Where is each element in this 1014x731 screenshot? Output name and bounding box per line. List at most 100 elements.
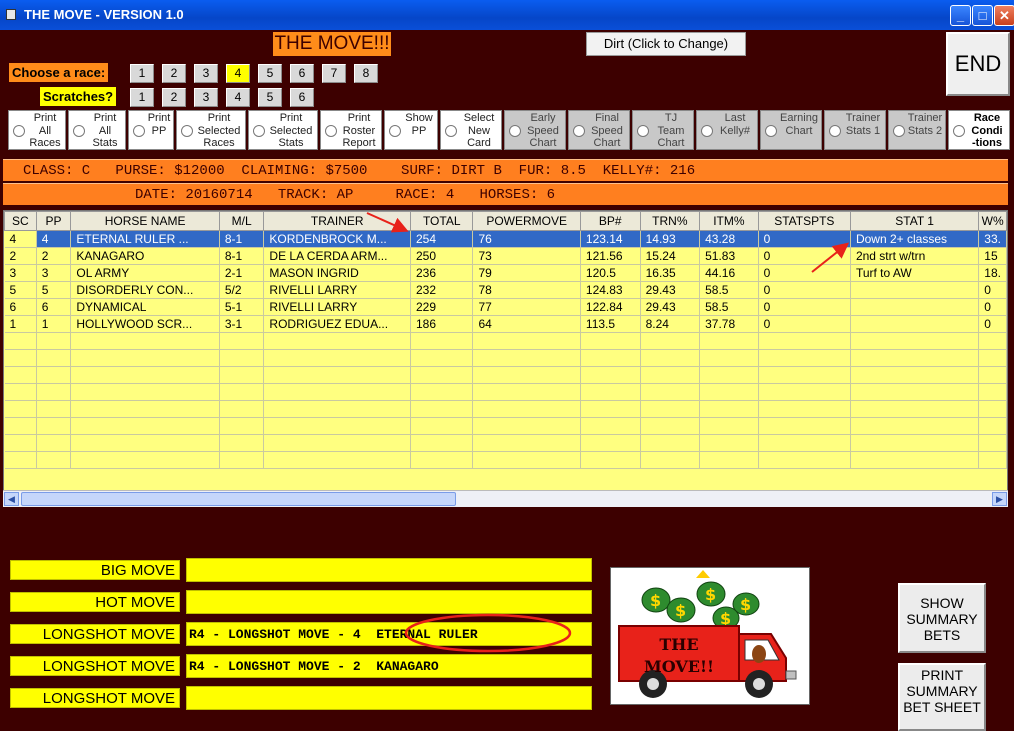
option-last-kelly[interactable]: Last Kelly# xyxy=(696,110,758,150)
move-field[interactable] xyxy=(186,558,592,582)
table-row-empty[interactable] xyxy=(4,349,1007,367)
option-final-speed-chart[interactable]: Final Speed Chart xyxy=(568,110,630,150)
scratch-button-2[interactable]: 2 xyxy=(162,88,186,107)
table-cell xyxy=(410,349,474,367)
race-button-2[interactable]: 2 xyxy=(162,64,186,83)
table-row[interactable]: 5 5 DISORDERLY CON... 5/2 RIVELLI LARRY 232 78… xyxy=(4,281,1007,299)
radio-icon[interactable] xyxy=(765,125,777,137)
option-tj-team-chart[interactable]: TJ Team Chart xyxy=(632,110,694,150)
scratch-button-5[interactable]: 5 xyxy=(258,88,282,107)
option-race-condi-tions[interactable]: Race Condi -tions xyxy=(948,110,1010,150)
option-select-new-card[interactable]: Select New Card xyxy=(440,110,502,150)
minimize-button[interactable]: _ xyxy=(950,5,971,26)
option-show-pp[interactable]: Show PP xyxy=(384,110,438,150)
race-button-1[interactable]: 1 xyxy=(130,64,154,83)
table-cell xyxy=(978,434,1007,452)
column-header[interactable]: TRAINER xyxy=(263,211,411,231)
radio-icon[interactable] xyxy=(829,125,841,137)
table-cell: 8-1 xyxy=(219,230,265,248)
show-summary-bets-button[interactable]: SHOW SUMMARY BETS xyxy=(898,583,986,653)
maximize-button[interactable]: □ xyxy=(972,5,993,26)
column-header[interactable]: POWERMOVE xyxy=(472,211,581,231)
radio-icon[interactable] xyxy=(181,125,193,137)
option-print-all-stats[interactable]: Print All Stats xyxy=(68,110,126,150)
radio-icon[interactable] xyxy=(253,125,265,137)
move-field[interactable]: R4 - LONGSHOT MOVE - 2 KANAGARO xyxy=(186,654,592,678)
column-header[interactable]: HORSE NAME xyxy=(70,211,220,231)
option-earning-chart[interactable]: Earning Chart xyxy=(760,110,822,150)
scratch-button-6[interactable]: 6 xyxy=(290,88,314,107)
title-bar: THE MOVE - VERSION 1.0 _ □ ✕ xyxy=(0,0,1014,30)
radio-icon[interactable] xyxy=(509,125,521,137)
table-row[interactable]: 4 4 ETERNAL RULER ... 8-1 KORDENBROCK M... 25… xyxy=(4,230,1007,248)
horizontal-scrollbar[interactable]: ◀ ▶ xyxy=(3,490,1008,507)
table-row[interactable]: 1 1 HOLLYWOOD SCR... 3-1 RODRIGUEZ EDUA... 18… xyxy=(4,315,1007,333)
table-cell: RODRIGUEZ EDUA... xyxy=(263,315,411,333)
table-row-empty[interactable] xyxy=(4,417,1007,435)
table-row-empty[interactable] xyxy=(4,332,1007,350)
race-button-3[interactable]: 3 xyxy=(194,64,218,83)
scratch-button-4[interactable]: 4 xyxy=(226,88,250,107)
table-row-empty[interactable] xyxy=(4,451,1007,469)
radio-icon[interactable] xyxy=(893,125,905,137)
move-field[interactable] xyxy=(186,686,592,710)
table-row-empty[interactable] xyxy=(4,400,1007,418)
table-row[interactable]: 3 3 OL ARMY 2-1 MASON INGRID 236 79 120.5 16.35 4… xyxy=(4,264,1007,282)
radio-icon[interactable] xyxy=(953,125,965,137)
column-header[interactable]: TRN% xyxy=(639,211,701,231)
race-button-7[interactable]: 7 xyxy=(322,64,346,83)
column-header[interactable]: ITM% xyxy=(699,211,759,231)
race-button-8[interactable]: 8 xyxy=(354,64,378,83)
move-field[interactable] xyxy=(186,590,592,614)
radio-icon[interactable] xyxy=(389,125,401,137)
table-row[interactable]: 2 2 KANAGARO 8-1 DE LA CERDA ARM... 250 73 121.… xyxy=(4,247,1007,265)
table-row[interactable]: 6 6 DYNAMICAL 5-1 RIVELLI LARRY 229 77 122.84 29… xyxy=(4,298,1007,316)
race-button-6[interactable]: 6 xyxy=(290,64,314,83)
table-cell: 5/2 xyxy=(219,281,265,299)
table-cell xyxy=(472,349,581,367)
radio-icon[interactable] xyxy=(573,125,585,137)
surface-toggle-button[interactable]: Dirt (Click to Change) xyxy=(586,32,746,56)
column-header[interactable]: SC xyxy=(4,211,37,231)
print-summary-bet-sheet-button[interactable]: PRINT SUMMARY BET SHEET xyxy=(898,663,986,731)
option-print-all-races[interactable]: Print All Races xyxy=(8,110,66,150)
radio-icon[interactable] xyxy=(701,125,713,137)
column-header[interactable]: STAT 1 xyxy=(849,211,980,231)
scratch-button-3[interactable]: 3 xyxy=(194,88,218,107)
radio-icon[interactable] xyxy=(13,125,25,137)
table-cell xyxy=(70,451,220,469)
radio-icon[interactable] xyxy=(325,125,337,137)
radio-icon[interactable] xyxy=(133,125,145,137)
option-print-selected-races[interactable]: Print Selected Races xyxy=(176,110,246,150)
option-print-selected-stats[interactable]: Print Selected Stats xyxy=(248,110,318,150)
horse-grid[interactable]: SC PP HORSE NAME M/L TRAINER TOTAL POWERMOVE BP… xyxy=(3,210,1008,506)
column-header[interactable]: M/L xyxy=(218,211,265,231)
radio-icon[interactable] xyxy=(637,125,649,137)
option-early-speed-chart[interactable]: Early Speed Chart xyxy=(504,110,566,150)
move-field[interactable]: R4 - LONGSHOT MOVE - 4 ETERNAL RULER xyxy=(186,622,592,646)
table-row-empty[interactable] xyxy=(4,383,1007,401)
table-row-empty[interactable] xyxy=(4,366,1007,384)
column-header[interactable]: W% xyxy=(978,211,1007,231)
end-button[interactable]: END xyxy=(946,32,1010,96)
scrollbar-thumb[interactable] xyxy=(21,492,456,506)
column-header[interactable]: STATSPTS xyxy=(757,211,851,231)
radio-icon[interactable] xyxy=(445,125,457,137)
table-cell xyxy=(70,417,220,435)
option-trainer-stats-2[interactable]: Trainer Stats 2 xyxy=(888,110,946,150)
race-button-4[interactable]: 4 xyxy=(226,64,250,83)
table-row-empty[interactable] xyxy=(4,434,1007,452)
close-button[interactable]: ✕ xyxy=(994,5,1014,26)
scroll-left-icon[interactable]: ◀ xyxy=(4,492,19,506)
scroll-right-icon[interactable]: ▶ xyxy=(992,492,1007,506)
table-cell: 6 xyxy=(36,298,72,316)
option-trainer-stats-1[interactable]: Trainer Stats 1 xyxy=(824,110,886,150)
column-header[interactable]: TOTAL xyxy=(409,211,474,231)
race-button-5[interactable]: 5 xyxy=(258,64,282,83)
scratch-button-1[interactable]: 1 xyxy=(130,88,154,107)
option-print-pp[interactable]: Print PP xyxy=(128,110,174,150)
radio-icon[interactable] xyxy=(73,125,85,137)
option-print-roster-report[interactable]: Print Roster Report xyxy=(320,110,382,150)
column-header[interactable]: BP# xyxy=(579,211,641,231)
column-header[interactable]: PP xyxy=(35,211,72,231)
